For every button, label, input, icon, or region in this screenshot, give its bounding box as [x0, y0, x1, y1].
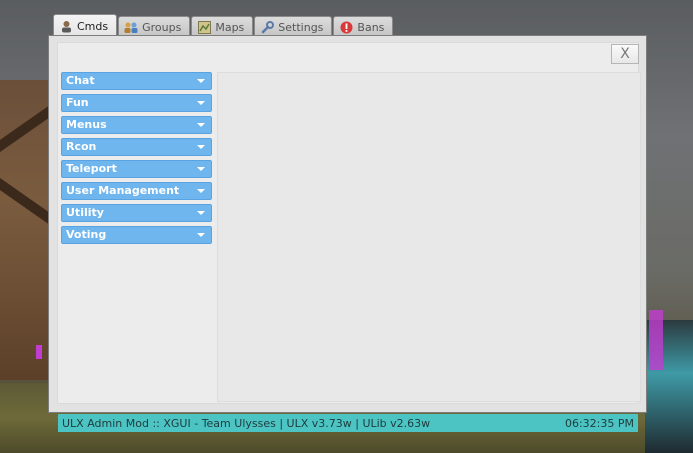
category-fun[interactable]: Fun	[61, 94, 212, 112]
category-voting[interactable]: Voting	[61, 226, 212, 244]
tab-groups[interactable]: Groups	[118, 16, 191, 37]
map-icon	[197, 20, 211, 34]
category-chat[interactable]: Chat	[61, 72, 212, 90]
category-label: Voting	[66, 228, 107, 241]
group-icon	[124, 20, 138, 34]
category-label: Menus	[66, 118, 107, 131]
category-utility[interactable]: Utility	[61, 204, 212, 222]
chevron-down-icon	[197, 101, 205, 105]
tab-settings[interactable]: Settings	[254, 16, 333, 37]
category-label: Rcon	[66, 140, 97, 153]
tab-label: Settings	[278, 20, 324, 34]
ban-icon	[339, 20, 353, 34]
tab-label: Maps	[215, 20, 245, 34]
tab-label: Bans	[357, 20, 385, 34]
category-menus[interactable]: Menus	[61, 116, 212, 134]
status-version-text: ULX Admin Mod :: XGUI - Team Ulysses | U…	[62, 416, 431, 430]
status-clock: 06:32:35 PM	[564, 416, 634, 430]
status-bar: ULX Admin Mod :: XGUI - Team Ulysses | U…	[58, 414, 638, 432]
tab-maps[interactable]: Maps	[191, 16, 254, 37]
tab-label: Cmds	[77, 19, 109, 33]
command-content-panel	[217, 72, 641, 402]
category-label: Chat	[66, 74, 95, 87]
category-label: Utility	[66, 206, 104, 219]
chevron-down-icon	[197, 79, 205, 83]
category-label: Teleport	[66, 162, 117, 175]
command-category-list: Chat Fun Menus Rcon Teleport User Manage…	[61, 72, 212, 248]
tab-cmds[interactable]: Cmds	[53, 14, 118, 37]
background-pink-object	[36, 345, 42, 359]
tab-bans[interactable]: Bans	[333, 16, 394, 37]
chevron-down-icon	[197, 211, 205, 215]
tab-bar: Cmds Groups Maps Settings Bans	[53, 14, 394, 37]
category-rcon[interactable]: Rcon	[61, 138, 212, 156]
chevron-down-icon	[197, 145, 205, 149]
close-button[interactable]: X	[611, 44, 639, 64]
chevron-down-icon	[197, 189, 205, 193]
category-teleport[interactable]: Teleport	[61, 160, 212, 178]
chevron-down-icon	[197, 167, 205, 171]
user-icon	[59, 19, 73, 33]
category-label: User Management	[66, 184, 180, 197]
chevron-down-icon	[197, 123, 205, 127]
background-pink-object	[649, 310, 663, 370]
wrench-icon	[260, 20, 274, 34]
category-user-management[interactable]: User Management	[61, 182, 212, 200]
xgui-window: X Chat Fun Menus Rcon Teleport User Mana…	[48, 35, 647, 413]
category-label: Fun	[66, 96, 89, 109]
tab-label: Groups	[142, 20, 182, 34]
chevron-down-icon	[197, 233, 205, 237]
